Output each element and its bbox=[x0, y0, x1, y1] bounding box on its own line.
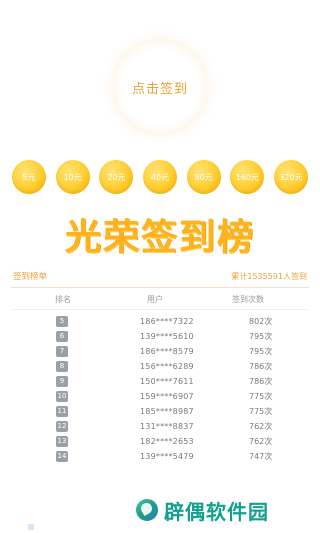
rank-user: 185****8987 bbox=[140, 407, 194, 416]
rank-badge: 6 bbox=[56, 331, 68, 342]
reward-coin: 40元 bbox=[142, 160, 177, 194]
rank-badge: 8 bbox=[56, 361, 68, 372]
reward-coin: 320元 bbox=[273, 160, 308, 194]
reward-coin-label: 160元 bbox=[235, 172, 259, 182]
reward-coin: 160元 bbox=[230, 160, 265, 194]
rank-row: 8 156****6289 786次 bbox=[0, 359, 320, 374]
reward-coin-label: 10元 bbox=[63, 172, 82, 182]
column-user: 用户 bbox=[147, 295, 163, 304]
rank-badge: 11 bbox=[56, 406, 68, 417]
rank-user: 182****2653 bbox=[140, 437, 194, 446]
reward-coin-label: 80元 bbox=[194, 172, 213, 182]
watermark-text: 辟偶软件园 bbox=[164, 499, 269, 524]
reward-coin-label: 20元 bbox=[107, 172, 126, 182]
rank-user: 150****7611 bbox=[140, 377, 194, 386]
board-title: 签到榜单 bbox=[13, 272, 48, 282]
reward-coin: 5元 bbox=[12, 160, 46, 194]
rank-count: 786次 bbox=[249, 362, 273, 371]
checkin-label: 点击签到 bbox=[131, 81, 188, 97]
rank-row: 11 185****8987 775次 bbox=[0, 404, 320, 419]
rank-badge: 5 bbox=[56, 316, 68, 327]
rank-row: 10 159****6907 775次 bbox=[0, 389, 320, 404]
board-divider bbox=[11, 287, 309, 288]
reward-coin: 80元 bbox=[186, 160, 221, 194]
rank-badge: 12 bbox=[56, 421, 68, 432]
rank-count: 762次 bbox=[249, 437, 273, 446]
rank-row: 6 139****5610 795次 bbox=[0, 329, 320, 344]
rank-row: 13 182****2653 762次 bbox=[0, 434, 320, 449]
rank-count: 795次 bbox=[249, 332, 273, 341]
rank-row: 5 186****7322 802次 bbox=[0, 314, 320, 329]
column-rank: 排名 bbox=[55, 295, 71, 304]
rank-user: 186****7322 bbox=[140, 317, 194, 326]
rank-count: 802次 bbox=[249, 317, 273, 326]
rank-badge: 10 bbox=[56, 391, 68, 402]
checkin-inner: 点击签到 bbox=[123, 50, 197, 124]
reward-coins-row: 5元 10元 20元 40元 80元 160元 320元 bbox=[12, 160, 308, 194]
rank-user: 131****8837 bbox=[140, 422, 194, 431]
rank-row: 7 186****8579 795次 bbox=[0, 344, 320, 359]
rank-row: 14 139****5479 747次 bbox=[0, 449, 320, 464]
rank-count: 747次 bbox=[249, 452, 273, 461]
column-headers: 排名 用户 签到次数 bbox=[0, 294, 320, 306]
rank-user: 139****5610 bbox=[140, 332, 194, 341]
board-total: 累计1535591人签到 bbox=[231, 271, 307, 281]
honor-board-title: 光荣签到榜 bbox=[64, 217, 255, 258]
rank-badge: 14 bbox=[56, 451, 68, 462]
site-watermark: 辟偶软件园 bbox=[136, 495, 269, 525]
board-header: 签到榜单 累计1535591人签到 bbox=[13, 268, 307, 284]
rank-count: 762次 bbox=[249, 422, 273, 431]
rank-count: 775次 bbox=[249, 407, 273, 416]
rank-row: 12 131****8837 762次 bbox=[0, 419, 320, 434]
rank-count: 786次 bbox=[249, 377, 273, 386]
column-count: 签到次数 bbox=[232, 295, 264, 304]
reward-coin-label: 40元 bbox=[150, 172, 170, 182]
rank-badge: 13 bbox=[56, 436, 68, 447]
rank-badge: 7 bbox=[56, 346, 68, 357]
rank-count: 775次 bbox=[249, 392, 273, 401]
rank-badge: 9 bbox=[56, 376, 68, 387]
reward-coin: 10元 bbox=[55, 160, 90, 194]
rank-count: 795次 bbox=[249, 347, 273, 356]
rank-user: 159****6907 bbox=[140, 392, 194, 401]
rank-list[interactable]: 5 186****7322 802次 6 139****5610 795次 7 … bbox=[0, 314, 320, 490]
rank-user: 139****5479 bbox=[140, 452, 194, 461]
rank-user: 156****6289 bbox=[140, 362, 194, 371]
reward-coin: 20元 bbox=[99, 160, 134, 194]
leaf-logo-icon bbox=[136, 499, 158, 521]
checkin-button[interactable]: 点击签到 bbox=[111, 38, 209, 136]
rank-user: 186****8579 bbox=[140, 347, 194, 356]
corner-mark bbox=[28, 524, 34, 530]
list-divider bbox=[11, 309, 309, 310]
rank-row: 9 150****7611 786次 bbox=[0, 374, 320, 389]
reward-coin-label: 5元 bbox=[22, 172, 36, 182]
reward-coin-label: 320元 bbox=[279, 172, 303, 182]
